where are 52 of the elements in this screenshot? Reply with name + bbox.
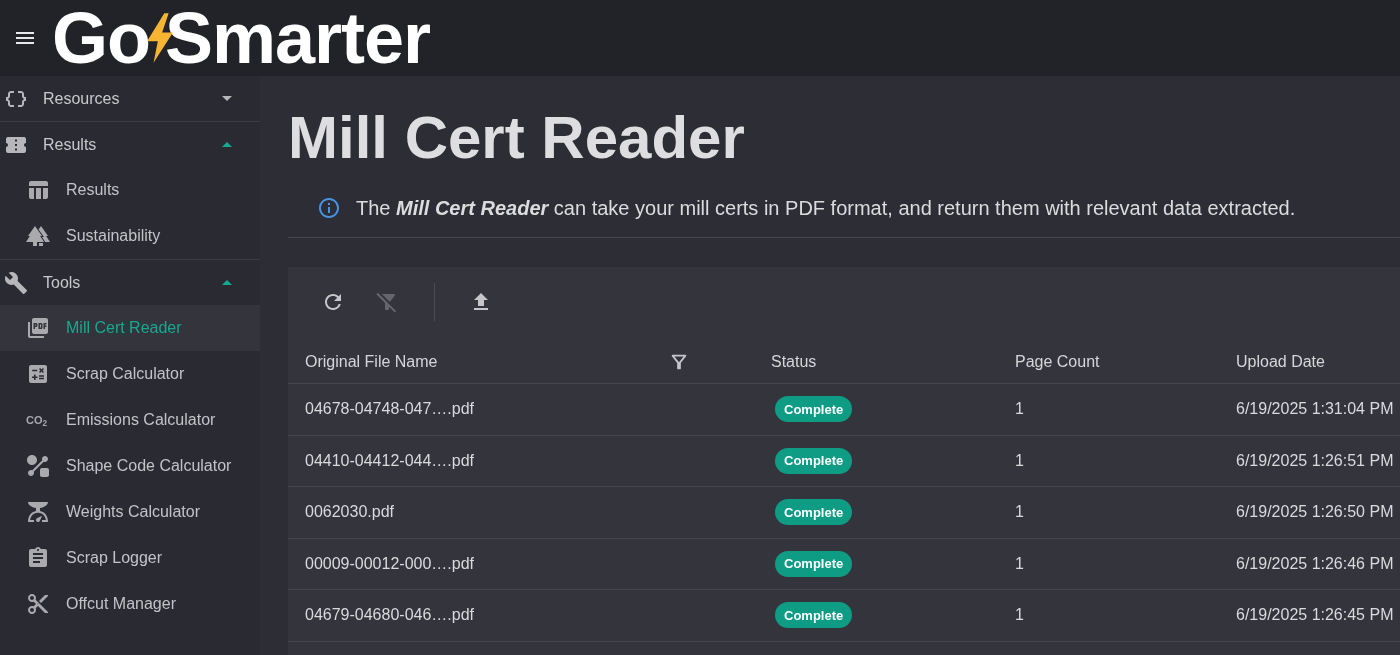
table-icon bbox=[26, 178, 50, 202]
sidebar-item[interactable]: CO$_{2}$ Emissions Calculator bbox=[0, 397, 260, 443]
info-icon bbox=[317, 195, 341, 220]
calculator-icon bbox=[26, 362, 50, 386]
table-cell: 04679-04680-046….pdf bbox=[305, 606, 475, 624]
table-cell: 6/19/2025 1:26:50 PM bbox=[1236, 503, 1394, 521]
table-cell: 6/19/2025 1:26:45 PM bbox=[1236, 606, 1394, 624]
table-cell: 1 bbox=[1015, 400, 1024, 418]
sidebar-group-header[interactable]: Tools bbox=[0, 260, 260, 305]
sidebar-group-header[interactable]: Results bbox=[0, 122, 260, 167]
wrench-icon bbox=[4, 270, 28, 295]
logo-text: Smarter bbox=[165, 2, 431, 74]
sidebar-item[interactable]: Scrap Calculator bbox=[0, 351, 260, 397]
info-text: The Mill Cert Reader can take your mill certs in PDF format, and return them with relevant data extracted. bbox=[356, 195, 1296, 221]
sidebar-item[interactable]: Results bbox=[0, 167, 260, 213]
table-cell: 04410-04412-044….pdf bbox=[305, 451, 475, 469]
sidebar-item[interactable]: Offcut Manager bbox=[0, 581, 260, 627]
status-badge: Complete bbox=[775, 602, 853, 629]
scissors-icon bbox=[26, 592, 50, 616]
table-cell: 6/19/2025 1:26:51 PM bbox=[1236, 451, 1394, 469]
table-cell: 1 bbox=[1015, 606, 1024, 624]
co2-label: CO$_{2}$ bbox=[26, 413, 49, 427]
table-cell: 6/19/2025 1:26:46 PM bbox=[1236, 554, 1394, 572]
scale-icon bbox=[26, 500, 50, 524]
status-badge: Complete bbox=[775, 550, 853, 577]
column-header: Original File Name bbox=[305, 351, 438, 372]
table-cell: 1 bbox=[1015, 451, 1024, 469]
status-badge: Complete bbox=[775, 499, 853, 526]
page-title: Mill Cert Reader bbox=[288, 103, 745, 173]
clipboard-icon bbox=[26, 546, 50, 570]
sidebar-item[interactable]: Sustainability bbox=[0, 213, 260, 259]
sidebar-item[interactable]: Shape Code Calculator bbox=[0, 443, 260, 489]
table-cell: 1 bbox=[1015, 503, 1024, 521]
trees-icon bbox=[26, 224, 50, 248]
filter-off-icon bbox=[375, 290, 399, 314]
table-cell: 1 bbox=[1015, 554, 1024, 572]
table-cell: 00009-00012-000….pdf bbox=[305, 554, 475, 572]
table-cell: 04678-04748-047….pdf bbox=[305, 400, 475, 418]
sidebar-item[interactable]: Mill Cert Reader bbox=[0, 305, 260, 351]
column-header: Status bbox=[771, 351, 817, 372]
pdf-icon bbox=[26, 316, 50, 340]
column-header: Page Count bbox=[1015, 351, 1100, 372]
sidebar-item[interactable]: Weights Calculator bbox=[0, 489, 260, 535]
shapes-icon bbox=[26, 454, 50, 478]
sidebar-group-header[interactable]: Resources bbox=[0, 76, 260, 121]
sidebar-item[interactable]: Scrap Logger bbox=[0, 535, 260, 581]
table-cell: 6/19/2025 1:31:04 PM bbox=[1236, 400, 1394, 418]
logo-text: Go bbox=[52, 2, 150, 74]
status-badge: Complete bbox=[775, 396, 853, 423]
table-cell: 0062030.pdf bbox=[305, 503, 394, 521]
status-badge: Complete bbox=[775, 447, 853, 474]
column-header: Upload Date bbox=[1236, 351, 1325, 372]
